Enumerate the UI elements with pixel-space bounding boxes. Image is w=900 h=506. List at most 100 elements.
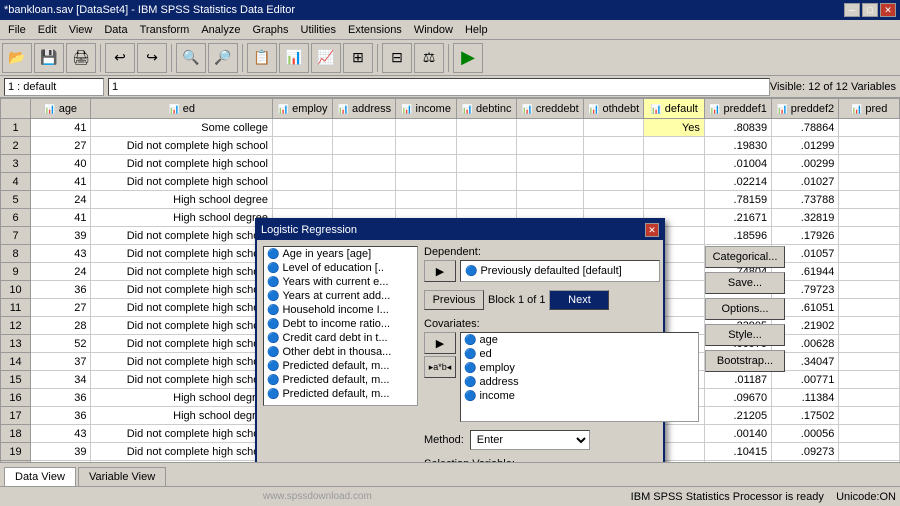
cell-ed[interactable]: Did not complete high school	[91, 281, 272, 299]
cell-preddef2[interactable]: .11384	[772, 389, 839, 407]
source-var-ed[interactable]: 🔵 Level of education [..	[264, 261, 417, 275]
cell-pred[interactable]	[839, 461, 900, 463]
cell-debtinc[interactable]	[456, 137, 516, 155]
menu-edit[interactable]: Edit	[32, 22, 63, 38]
col-header-debtinc[interactable]: 📊 debtinc	[456, 99, 516, 119]
options-button[interactable]: Options...	[705, 298, 785, 320]
cov-address[interactable]: 🔵 address	[461, 375, 698, 389]
cell-othdebt[interactable]	[583, 155, 643, 173]
print-button[interactable]: 🖨	[66, 43, 96, 73]
covariates-listbox[interactable]: 🔵 age 🔵 ed 🔵	[460, 332, 699, 422]
cell-debtinc[interactable]	[456, 119, 516, 137]
cell-income[interactable]	[396, 119, 456, 137]
cell-age[interactable]: 37	[31, 353, 91, 371]
cell-preddef1[interactable]: .78159	[704, 191, 771, 209]
cell-preddef2[interactable]: .73788	[772, 191, 839, 209]
cell-age[interactable]: 52	[31, 335, 91, 353]
cell-preddef1[interactable]: .10415	[704, 443, 771, 461]
cell-pred[interactable]	[839, 191, 900, 209]
cell-preddef1[interactable]: .18596	[704, 227, 771, 245]
cell-othdebt[interactable]	[583, 137, 643, 155]
cell-pred[interactable]	[839, 371, 900, 389]
cell-pred[interactable]	[839, 299, 900, 317]
cell-preddef1[interactable]: .00103	[704, 461, 771, 463]
cell-default[interactable]: Yes	[644, 119, 704, 137]
cell-preddef2[interactable]: .00501	[772, 461, 839, 463]
source-var-pred2[interactable]: 🔵 Predicted default, m...	[264, 373, 417, 387]
cell-pred[interactable]	[839, 245, 900, 263]
cell-age[interactable]: 27	[31, 299, 91, 317]
cell-employ[interactable]	[272, 137, 332, 155]
col-header-preddef2[interactable]: 📊 preddef2	[772, 99, 839, 119]
cell-pred[interactable]	[839, 389, 900, 407]
cell-creddebt[interactable]	[517, 155, 584, 173]
cell-address[interactable]	[333, 137, 396, 155]
menu-graphs[interactable]: Graphs	[246, 22, 294, 38]
menu-utilities[interactable]: Utilities	[295, 22, 342, 38]
col-header-income[interactable]: 📊 income	[396, 99, 456, 119]
cell-ed[interactable]: Did not complete high school	[91, 155, 272, 173]
source-var-debtinc[interactable]: 🔵 Debt to income ratio...	[264, 317, 417, 331]
cell-preddef2[interactable]: .17502	[772, 407, 839, 425]
interaction-button[interactable]: ▸a*b◂	[424, 356, 456, 378]
cell-income[interactable]	[396, 155, 456, 173]
cell-employ[interactable]	[272, 155, 332, 173]
source-var-income[interactable]: 🔵 Household income I...	[264, 303, 417, 317]
var-button[interactable]: 📋	[247, 43, 277, 73]
split-button[interactable]: ⊟	[382, 43, 412, 73]
menu-view[interactable]: View	[63, 22, 99, 38]
cell-ed[interactable]: Did not complete high school	[91, 335, 272, 353]
cell-ed[interactable]: High school degree	[91, 407, 272, 425]
method-select[interactable]: Enter Forward: LR Backward: LR	[470, 430, 590, 450]
cell-age[interactable]: 36	[31, 407, 91, 425]
cell-pred[interactable]	[839, 227, 900, 245]
cov-employ[interactable]: 🔵 employ	[461, 361, 698, 375]
cell-age[interactable]: 28	[31, 317, 91, 335]
col-header-creddebt[interactable]: 📊 creddebt	[517, 99, 584, 119]
cell-ed[interactable]: Did not complete high school	[91, 245, 272, 263]
covariates-arrow-button[interactable]: ▶	[424, 332, 456, 354]
col-header-employ[interactable]: 📊 employ	[272, 99, 332, 119]
cell-preddef2[interactable]: .09273	[772, 443, 839, 461]
col-header-age[interactable]: 📊 age	[31, 99, 91, 119]
cell-address[interactable]	[333, 173, 396, 191]
cov-age[interactable]: 🔵 age	[461, 333, 698, 347]
minimize-button[interactable]: ─	[844, 3, 860, 17]
cell-default[interactable]	[644, 137, 704, 155]
cell-preddef2[interactable]: .17926	[772, 227, 839, 245]
cell-age[interactable]: 39	[31, 443, 91, 461]
cell-preddef1[interactable]: .21671	[704, 209, 771, 227]
dialog-close-button[interactable]: ✕	[645, 223, 659, 237]
cell-age[interactable]: 34	[31, 371, 91, 389]
pivot-button[interactable]: ⊞	[343, 43, 373, 73]
cell-pred[interactable]	[839, 173, 900, 191]
cell-preddef2[interactable]: .00771	[772, 371, 839, 389]
dependent-arrow-button[interactable]: ▶	[424, 260, 456, 282]
maximize-button[interactable]: □	[862, 3, 878, 17]
cell-default[interactable]	[644, 173, 704, 191]
weight-button[interactable]: ⚖	[414, 43, 444, 73]
col-header-pred[interactable]: 📊 pred	[839, 99, 900, 119]
previous-button[interactable]: Previous	[424, 290, 484, 310]
cell-age[interactable]: 39	[31, 227, 91, 245]
menu-transform[interactable]: Transform	[134, 22, 196, 38]
cell-pred[interactable]	[839, 443, 900, 461]
cell-preddef1[interactable]: .09670	[704, 389, 771, 407]
cell-income[interactable]	[396, 173, 456, 191]
undo-button[interactable]: ↩	[105, 43, 135, 73]
cell-ed[interactable]: Some college	[91, 119, 272, 137]
cell-employ[interactable]	[272, 191, 332, 209]
cell-ed[interactable]: High school degree	[91, 389, 272, 407]
cell-othdebt[interactable]	[583, 191, 643, 209]
cell-ed[interactable]: High school degree	[91, 191, 272, 209]
cell-age[interactable]: 41	[31, 209, 91, 227]
cell-othdebt[interactable]	[583, 119, 643, 137]
cell-othdebt[interactable]	[583, 173, 643, 191]
cell-preddef2[interactable]: .00056	[772, 425, 839, 443]
cell-age[interactable]: 24	[31, 263, 91, 281]
cell-default[interactable]	[644, 155, 704, 173]
menu-data[interactable]: Data	[98, 22, 133, 38]
cell-creddebt[interactable]	[517, 119, 584, 137]
cell-default[interactable]	[644, 191, 704, 209]
find-button[interactable]: 🔎	[208, 43, 238, 73]
